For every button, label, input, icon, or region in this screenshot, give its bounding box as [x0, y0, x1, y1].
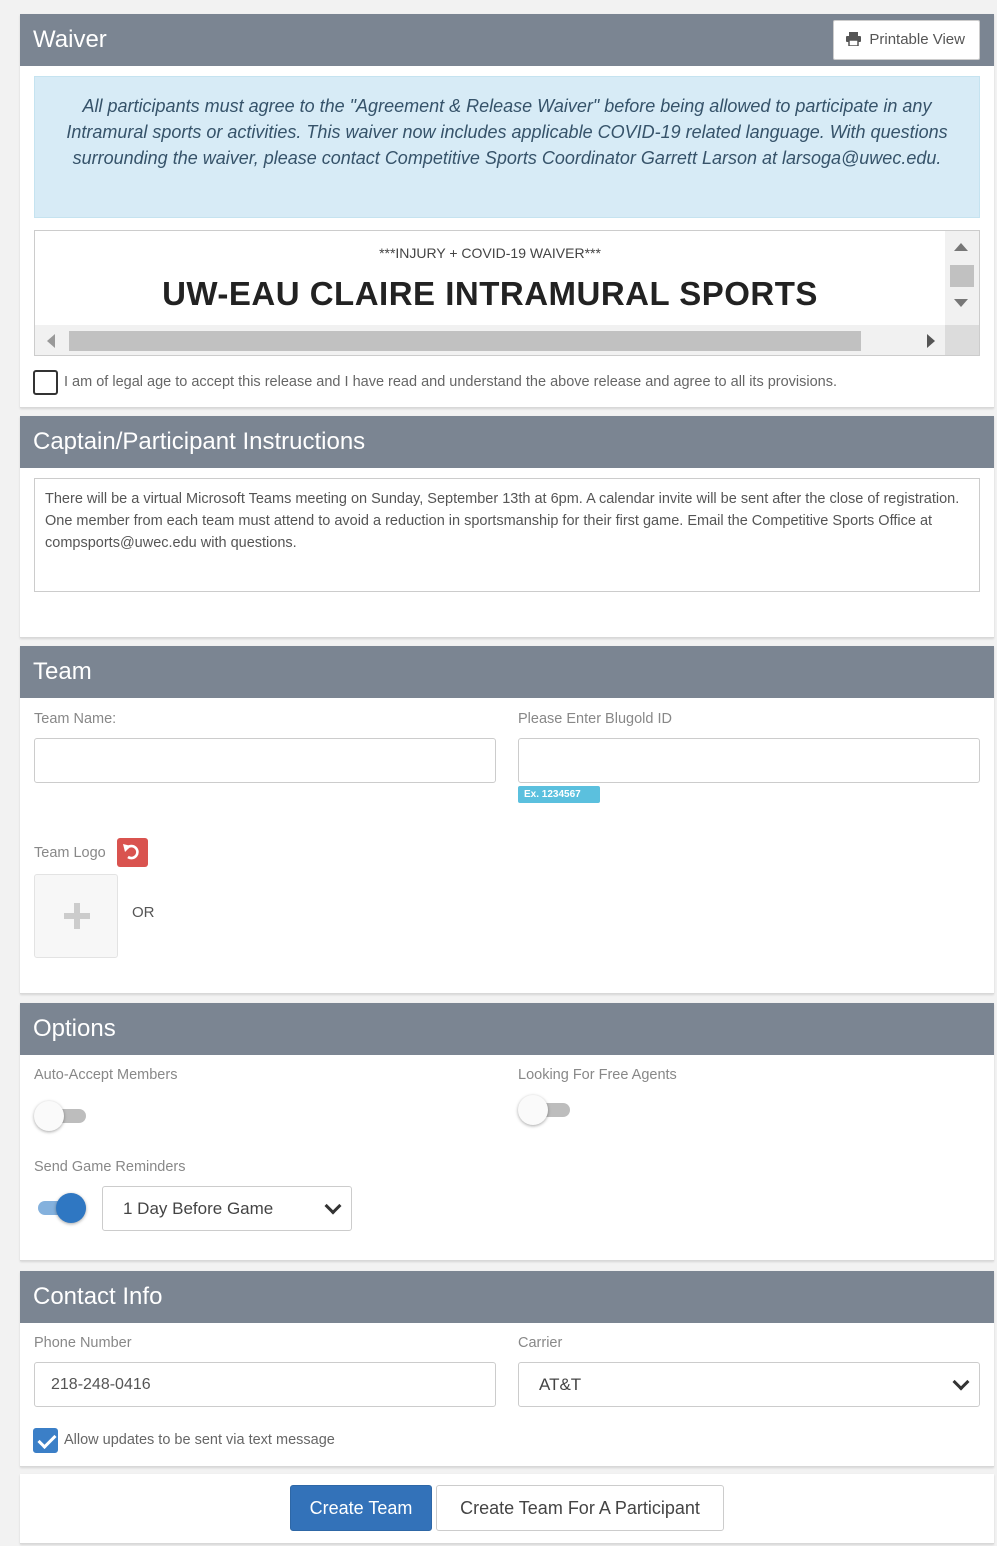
carrier-select[interactable]: AT&T	[518, 1362, 980, 1407]
sms-updates-row[interactable]: Allow updates to be sent via text messag…	[33, 1427, 335, 1453]
reminder-timing-value: 1 Day Before Game	[123, 1199, 274, 1218]
blugold-id-example-badge: Ex. 1234567	[518, 786, 600, 803]
reset-logo-button[interactable]	[117, 838, 148, 867]
team-header: Team	[20, 646, 994, 698]
create-team-button[interactable]: Create Team	[290, 1485, 432, 1531]
scroll-up-icon[interactable]	[954, 243, 968, 251]
waiver-document-subtitle: ***INJURY + COVID-19 WAIVER***	[379, 245, 601, 261]
team-name-input[interactable]	[34, 738, 496, 783]
vertical-scroll-thumb[interactable]	[950, 265, 974, 287]
carrier-label: Carrier	[518, 1335, 563, 1351]
toggle-knob	[34, 1101, 64, 1131]
waiver-agree-row[interactable]: I am of legal age to accept this release…	[33, 369, 837, 395]
phone-label: Phone Number	[34, 1335, 132, 1351]
blugold-id-label: Please Enter Blugold ID	[518, 711, 672, 727]
blugold-id-input[interactable]	[518, 738, 980, 783]
game-reminders-label: Send Game Reminders	[34, 1159, 186, 1175]
free-agents-label: Looking For Free Agents	[518, 1067, 677, 1083]
waiver-header: Waiver Printable View	[20, 14, 994, 66]
team-title: Team	[33, 658, 92, 685]
instructions-text: There will be a virtual Microsoft Teams …	[34, 478, 980, 592]
free-agents-toggle[interactable]	[518, 1093, 572, 1127]
waiver-document-title: UW-EAU CLAIRE INTRAMURAL SPORTS	[162, 275, 818, 312]
chevron-down-icon	[324, 1197, 342, 1215]
toggle-knob	[56, 1193, 86, 1223]
toggle-knob	[518, 1095, 548, 1125]
sms-updates-label: Allow updates to be sent via text messag…	[64, 1432, 335, 1448]
game-reminders-toggle[interactable]	[34, 1191, 88, 1225]
contact-header: Contact Info	[20, 1271, 994, 1323]
create-team-for-participant-button[interactable]: Create Team For A Participant	[436, 1485, 724, 1531]
reminder-timing-select[interactable]: 1 Day Before Game	[102, 1186, 352, 1231]
waiver-panel: Waiver Printable View All participants m…	[20, 14, 994, 408]
sms-updates-checkbox[interactable]	[33, 1427, 58, 1453]
team-name-label: Team Name:	[34, 711, 117, 727]
contact-panel: Contact Info Phone Number 218-248-0416 C…	[20, 1271, 994, 1467]
waiver-agree-checkbox[interactable]	[33, 369, 58, 395]
team-logo-label: Team Logo	[34, 845, 106, 861]
phone-input[interactable]: 218-248-0416	[34, 1362, 496, 1407]
horizontal-scrollbar[interactable]	[35, 325, 947, 355]
chevron-down-icon	[952, 1373, 970, 1391]
team-logo-upload[interactable]	[34, 874, 118, 958]
team-panel: Team Team Name: Please Enter Blugold ID …	[20, 646, 994, 994]
instructions-panel: Captain/Participant Instructions There w…	[20, 416, 994, 638]
waiver-document[interactable]: ***INJURY + COVID-19 WAIVER*** UW-EAU CL…	[34, 230, 980, 356]
vertical-scrollbar[interactable]	[945, 231, 979, 325]
options-title: Options	[33, 1015, 116, 1042]
undo-icon	[123, 844, 139, 860]
logo-or-text: OR	[132, 904, 155, 921]
instructions-header: Captain/Participant Instructions	[20, 416, 994, 468]
plus-icon	[64, 903, 90, 929]
printer-icon	[846, 32, 862, 46]
carrier-value: AT&T	[539, 1375, 582, 1394]
horizontal-scroll-thumb[interactable]	[69, 331, 861, 351]
waiver-notice: All participants must agree to the "Agre…	[34, 76, 980, 218]
waiver-title: Waiver	[33, 26, 107, 53]
printable-view-label: Printable View	[869, 31, 965, 48]
auto-accept-label: Auto-Accept Members	[34, 1067, 178, 1083]
instructions-title: Captain/Participant Instructions	[33, 428, 366, 455]
scrollbar-corner	[945, 325, 979, 355]
scroll-left-icon[interactable]	[47, 334, 55, 348]
scroll-right-icon[interactable]	[927, 334, 935, 348]
printable-view-button[interactable]: Printable View	[833, 20, 980, 60]
scroll-down-icon[interactable]	[954, 299, 968, 307]
waiver-agree-label: I am of legal age to accept this release…	[64, 374, 838, 390]
contact-title: Contact Info	[33, 1283, 163, 1310]
options-panel: Options Auto-Accept Members Looking For …	[20, 1003, 994, 1261]
auto-accept-toggle[interactable]	[34, 1099, 88, 1133]
options-header: Options	[20, 1003, 994, 1055]
actions-bar: Create Team Create Team For A Participan…	[20, 1474, 994, 1544]
